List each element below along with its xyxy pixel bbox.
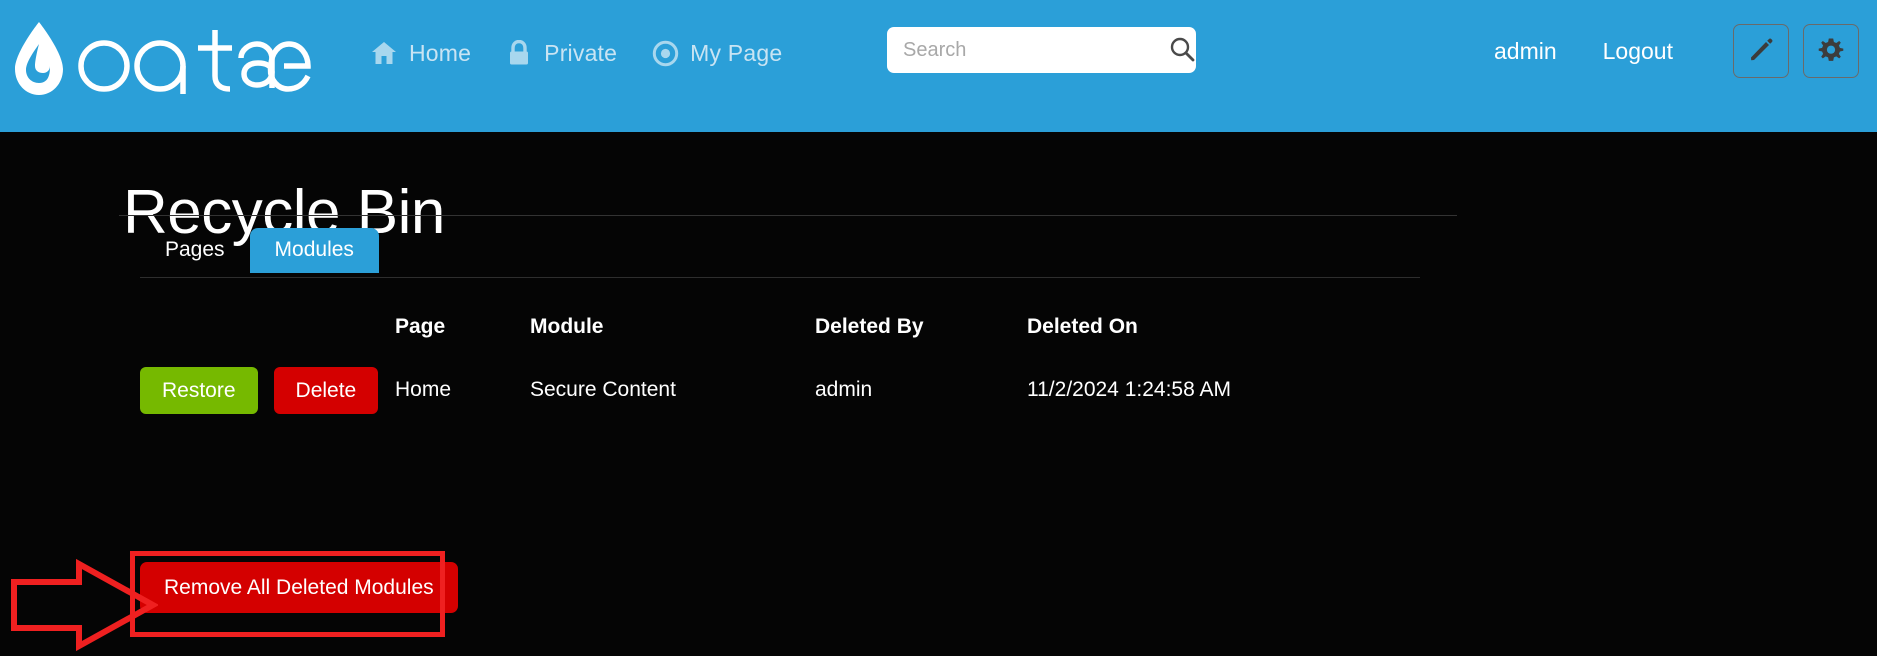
cell-page: Home [395, 378, 452, 401]
cell-deleted-on: 11/2/2024 1:24:58 AM [1027, 378, 1231, 401]
lock-icon [505, 39, 533, 67]
table-header-module: Module [530, 315, 604, 338]
water-drop-icon [8, 19, 70, 104]
edit-page-button[interactable] [1733, 24, 1789, 78]
nav-item-my-page-label: My Page [690, 39, 783, 66]
right-arrow-annotation [0, 555, 160, 655]
table-header-page: Page [395, 315, 446, 338]
nav-item-home[interactable]: Home [370, 39, 471, 67]
recycle-bin-table: Page Module Deleted By Deleted On Restor… [140, 300, 1540, 426]
app-screen: Home Private My Page Search admin Logout… [0, 0, 1877, 656]
table-header-deleted-on: Deleted On [1027, 315, 1138, 338]
table-row: Restore Delete Home Secure Content admin… [140, 354, 1540, 426]
remove-all-deleted-modules-button[interactable]: Remove All Deleted Modules [140, 562, 458, 613]
site-header: Home Private My Page Search admin Logout [0, 0, 1877, 132]
gear-icon [1818, 37, 1844, 66]
tab-divider [140, 277, 1420, 278]
restore-button[interactable]: Restore [140, 366, 258, 414]
settings-button[interactable] [1803, 24, 1859, 78]
tab-bar: Pages Modules [140, 228, 379, 273]
table-header-deleted-by: Deleted By [815, 315, 924, 338]
nav-item-private-label: Private [544, 39, 618, 66]
tab-modules[interactable]: Modules [249, 228, 379, 273]
search-icon [1169, 36, 1195, 65]
target-icon [651, 39, 679, 67]
nav-item-my-page[interactable]: My Page [651, 39, 782, 67]
logout-link[interactable]: Logout [1603, 38, 1673, 65]
tab-pages[interactable]: Pages [140, 228, 250, 273]
cell-module: Secure Content [530, 378, 676, 401]
current-user-link[interactable]: admin [1494, 38, 1557, 65]
delete-button[interactable]: Delete [273, 366, 379, 414]
user-controls: admin Logout [1494, 24, 1859, 78]
nav-item-private[interactable]: Private [505, 39, 617, 67]
table-header-row: Page Module Deleted By Deleted On [140, 300, 1540, 354]
nav-item-home-label: Home [409, 39, 472, 66]
logo-wordmark [72, 22, 312, 101]
site-logo[interactable] [8, 18, 312, 104]
pencil-icon [1748, 37, 1774, 66]
cell-deleted-by: admin [815, 378, 873, 401]
main-navigation: Home Private My Page [370, 28, 816, 78]
title-divider [119, 215, 1457, 216]
row-actions: Restore Delete [140, 366, 395, 414]
search-input[interactable] [887, 27, 1168, 73]
home-icon [370, 39, 398, 67]
search-button[interactable] [1168, 27, 1196, 73]
search-box [887, 27, 1196, 73]
